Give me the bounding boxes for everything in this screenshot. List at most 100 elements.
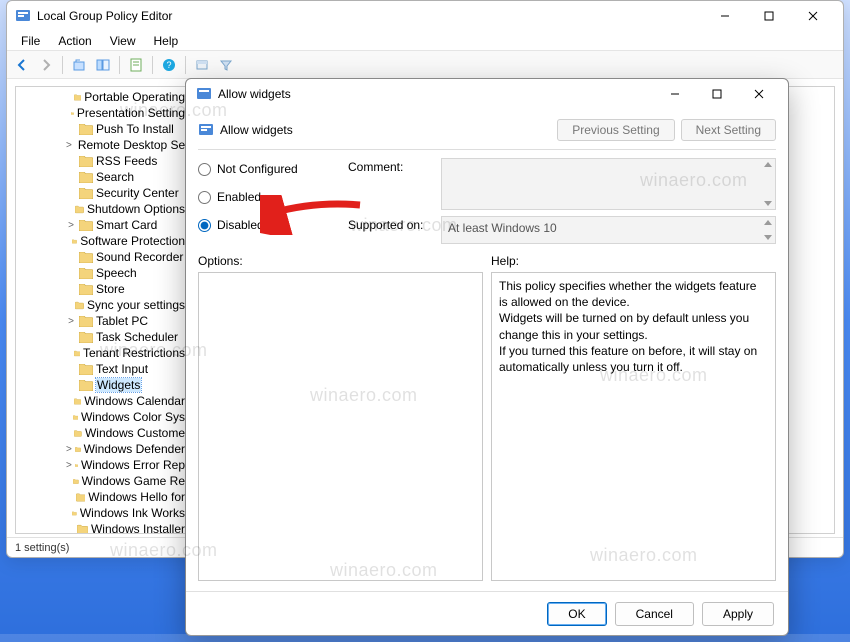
tree-item-label: Windows Defender <box>84 442 185 456</box>
tree-item-label: Portable Operating <box>84 90 185 104</box>
status-text: 1 setting(s) <box>15 542 69 554</box>
radio-enabled[interactable] <box>198 191 211 204</box>
help-panel: This policy specifies whether the widget… <box>491 272 776 581</box>
help-label: Help: <box>491 254 776 268</box>
twisty-icon: > <box>66 140 72 151</box>
tree-item[interactable]: > Smart Card <box>22 217 189 233</box>
twisty-icon: > <box>66 220 76 231</box>
maximize-button[interactable] <box>747 2 791 30</box>
tree-item[interactable]: Presentation Setting <box>22 105 189 121</box>
tree-item-label: Windows Ink Works <box>80 506 185 520</box>
tree-item[interactable]: Text Input <box>22 361 189 377</box>
tree-item-label: RSS Feeds <box>96 154 157 168</box>
up-button[interactable] <box>68 54 90 76</box>
dialog-minimize-button[interactable] <box>654 81 696 107</box>
radio-not-configured-label: Not Configured <box>217 162 298 176</box>
tree-item[interactable]: RSS Feeds <box>22 153 189 169</box>
tree-item[interactable]: > Windows Error Rep <box>22 457 189 473</box>
next-setting-button[interactable]: Next Setting <box>681 119 776 141</box>
twisty-icon: > <box>66 444 72 455</box>
tree-item-label: Smart Card <box>96 218 157 232</box>
help-button[interactable]: ? <box>158 54 180 76</box>
dialog-title: Allow widgets <box>218 87 654 101</box>
tree-item[interactable]: Task Scheduler <box>22 329 189 345</box>
menu-view[interactable]: View <box>102 32 144 50</box>
tree-view[interactable]: Portable Operating Presentation SettingPu… <box>15 86 190 534</box>
close-button[interactable] <box>791 2 835 30</box>
app-icon <box>15 8 31 24</box>
tree-item[interactable]: > Tablet PC <box>22 313 189 329</box>
policy-dialog: Allow widgets Allow widgets Previous Set… <box>185 78 789 636</box>
tree-item[interactable]: Windows Game Re <box>22 473 189 489</box>
menu-help[interactable]: Help <box>146 32 187 50</box>
tree-item[interactable]: Search <box>22 169 189 185</box>
tree-item-label: Presentation Setting <box>77 106 185 120</box>
tree-item[interactable]: Speech <box>22 265 189 281</box>
dialog-close-button[interactable] <box>738 81 780 107</box>
tree-item-label: Remote Desktop Se <box>78 138 185 152</box>
menu-file[interactable]: File <box>13 32 48 50</box>
tree-item[interactable]: Windows Color Sys <box>22 409 189 425</box>
tree-item-label: Windows Calendar <box>84 394 185 408</box>
radio-enabled-label: Enabled <box>217 190 261 204</box>
taskbar <box>0 634 850 642</box>
tree-item-label: Widgets <box>96 378 141 392</box>
twisty-icon: > <box>66 460 72 471</box>
toolbar: ? <box>7 51 843 79</box>
filter-options-button[interactable] <box>215 54 237 76</box>
comment-field[interactable] <box>441 158 776 210</box>
back-button[interactable] <box>11 54 33 76</box>
tree-item-label: Windows Game Re <box>82 474 185 488</box>
policy-icon <box>198 122 214 138</box>
tree-item-label: Windows Installer <box>91 522 185 534</box>
apply-button[interactable]: Apply <box>702 602 774 626</box>
tree-item[interactable]: Portable Operating <box>22 89 189 105</box>
tree-item[interactable]: Sync your settings <box>22 297 189 313</box>
policy-name: Allow widgets <box>220 123 293 137</box>
svg-text:?: ? <box>166 60 171 70</box>
dialog-icon <box>196 86 212 102</box>
tree-item[interactable]: Windows Custome <box>22 425 189 441</box>
tree-item[interactable]: Tenant Restrictions <box>22 345 189 361</box>
properties-button[interactable] <box>125 54 147 76</box>
radio-disabled[interactable] <box>198 219 211 232</box>
cancel-button[interactable]: Cancel <box>615 602 694 626</box>
tree-item[interactable]: Shutdown Options <box>22 201 189 217</box>
tree-item[interactable]: > Remote Desktop Se <box>22 137 189 153</box>
tree-item-label: Sync your settings <box>87 298 185 312</box>
twisty-icon: > <box>66 316 76 327</box>
tree-item-label: Store <box>96 282 125 296</box>
tree-item[interactable]: > Windows Defender <box>22 441 189 457</box>
tree-item[interactable]: Security Center <box>22 185 189 201</box>
tree-item[interactable]: Windows Calendar <box>22 393 189 409</box>
tree-item-label: Windows Custome <box>85 426 185 440</box>
tree-item[interactable]: Store <box>22 281 189 297</box>
tree-item-label: Windows Error Rep <box>81 458 185 472</box>
tree-item[interactable]: Windows Installer <box>22 521 189 534</box>
options-label: Options: <box>198 254 483 268</box>
menu-action[interactable]: Action <box>50 32 99 50</box>
radio-disabled-label: Disabled <box>217 218 264 232</box>
ok-button[interactable]: OK <box>547 602 606 626</box>
tree-item-label: Text Input <box>96 362 148 376</box>
dialog-maximize-button[interactable] <box>696 81 738 107</box>
tree-item[interactable]: Push To Install <box>22 121 189 137</box>
tree-item[interactable]: Sound Recorder <box>22 249 189 265</box>
tree-item[interactable]: Windows Ink Works <box>22 505 189 521</box>
show-hide-tree-button[interactable] <box>92 54 114 76</box>
tree-item[interactable]: Software Protection <box>22 233 189 249</box>
filter-button[interactable] <box>191 54 213 76</box>
tree-item[interactable]: Windows Hello for <box>22 489 189 505</box>
previous-setting-button[interactable]: Previous Setting <box>557 119 674 141</box>
minimize-button[interactable] <box>703 2 747 30</box>
tree-item-label: Security Center <box>96 186 179 200</box>
radio-not-configured[interactable] <box>198 163 211 176</box>
tree-item-label: Windows Color Sys <box>81 410 185 424</box>
comment-label: Comment: <box>348 158 433 174</box>
forward-button[interactable] <box>35 54 57 76</box>
supported-on-field: At least Windows 10 <box>441 216 776 244</box>
menubar: File Action View Help <box>7 31 843 51</box>
options-panel <box>198 272 483 581</box>
tree-item[interactable]: Widgets <box>22 377 189 393</box>
tree-item-label: Tablet PC <box>96 314 148 328</box>
